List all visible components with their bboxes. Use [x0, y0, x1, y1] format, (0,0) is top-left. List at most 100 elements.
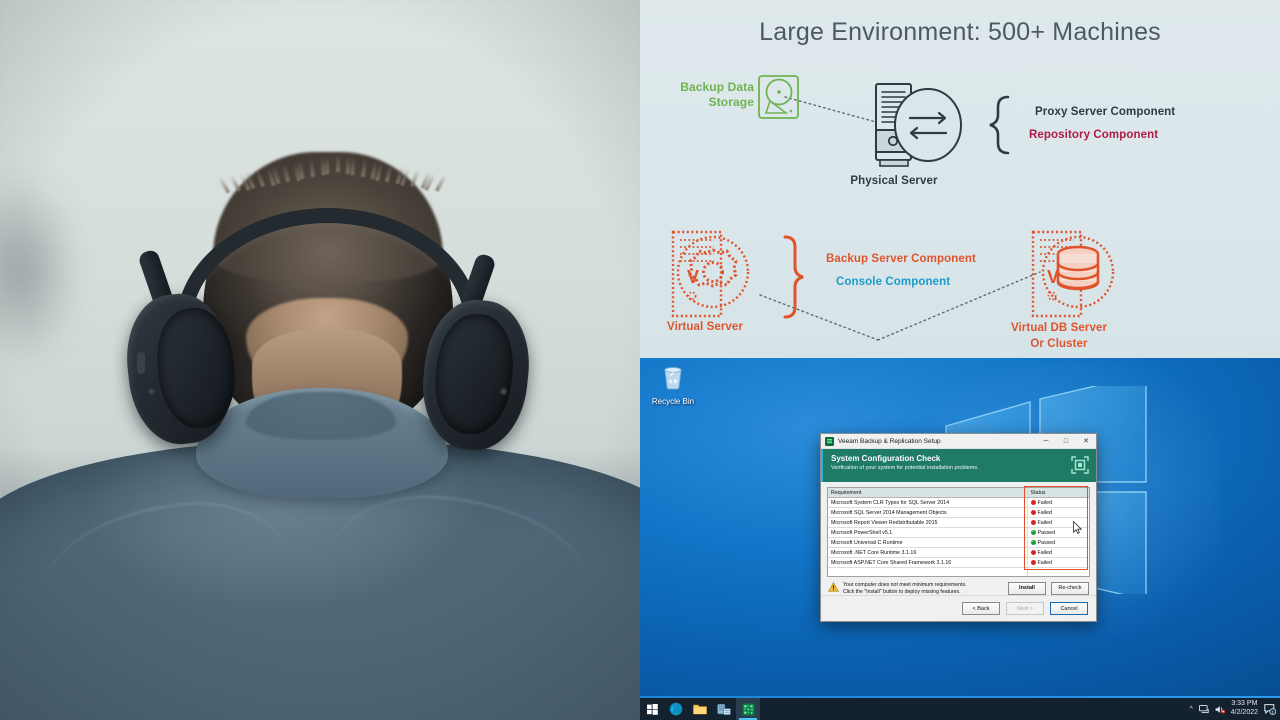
windows-taskbar[interactable]: ^ 3:33 PM 4/2/2022 1	[640, 698, 1280, 720]
microsoft-edge-icon	[669, 702, 683, 716]
status-label: Failed	[1037, 509, 1052, 516]
col-header-status: Status	[1026, 488, 1089, 498]
folder-icon	[693, 704, 707, 715]
maximize-button[interactable]: □	[1056, 434, 1076, 449]
window-controls: ─ □ ✕	[1036, 434, 1096, 449]
status-failed-icon	[1030, 558, 1036, 565]
back-button[interactable]: < Back	[962, 602, 1000, 615]
file-explorer-button[interactable]	[688, 698, 712, 720]
label-backup-data-storage: Backup Data Storage	[680, 80, 754, 109]
requirement-name: Microsoft Universal C Runtime	[828, 537, 1027, 548]
status-failed-icon	[1030, 508, 1036, 515]
label-virtual-db-server: Virtual DB Server Or Cluster	[1010, 322, 1108, 350]
dialog-footer: < Back Next > Cancel	[821, 595, 1096, 621]
volume-muted-icon[interactable]	[1215, 705, 1225, 714]
table-row[interactable]: Microsoft SQL Server 2014 Management Obj…	[828, 507, 1089, 518]
status-failed-icon	[1030, 518, 1036, 525]
hard-disk-icon	[758, 75, 799, 119]
table-row[interactable]: Microsoft .NET Core Runtime 3.1.16 Failed	[828, 547, 1089, 558]
label-proxy-server-component: Proxy Server Component	[1035, 106, 1176, 118]
minimize-button[interactable]: ─	[1036, 434, 1056, 449]
cancel-button[interactable]: Cancel	[1050, 602, 1088, 615]
requirement-status: Failed	[1026, 547, 1089, 558]
next-button: Next >	[1006, 602, 1044, 615]
system-tray: ^ 3:33 PM 4/2/2022 1	[1189, 700, 1280, 718]
headphone-port-left	[148, 388, 155, 395]
presentation-slide: Large Environment: 500+ Machines V V Bac…	[640, 0, 1280, 358]
edge-browser-button[interactable]	[664, 698, 688, 720]
start-button[interactable]	[640, 698, 664, 720]
veeam-setup-icon	[742, 703, 754, 715]
status-failed-icon	[1030, 498, 1036, 505]
screen: Large Environment: 500+ Machines V V Bac…	[0, 0, 1280, 720]
veeam-setup-dialog[interactable]: Veeam Backup & Replication Setup ─ □ ✕ S…	[820, 433, 1097, 622]
desktop-icon-recycle-bin[interactable]: Recycle Bin	[646, 364, 700, 406]
veeam-setup-taskbar-button[interactable]	[736, 698, 760, 720]
requirement-status: Failed	[1026, 497, 1089, 508]
shirt-collar-notch	[246, 392, 396, 440]
mouse-cursor	[1073, 521, 1082, 534]
headphone-button	[137, 352, 145, 374]
dialog-titlebar[interactable]: Veeam Backup & Replication Setup ─ □ ✕	[821, 434, 1096, 449]
requirement-name: Microsoft System CLR Types for SQL Serve…	[828, 497, 1027, 508]
status-label: Failed	[1037, 549, 1052, 556]
network-icon[interactable]	[1198, 704, 1209, 714]
dialog-header-subtitle: Verification of your system for potentia…	[831, 465, 979, 471]
status-failed-icon	[1030, 548, 1036, 555]
label-repository-component: Repository Component	[1029, 129, 1159, 141]
dialog-header: System Configuration Check Verification …	[821, 449, 1096, 482]
desktop-icon-label: Recycle Bin	[651, 397, 695, 406]
status-label: Passed	[1037, 529, 1056, 536]
dialog-title-text: Veeam Backup & Replication Setup	[838, 437, 941, 445]
server-manager-icon	[717, 703, 731, 715]
link-virtual-to-mid	[759, 294, 879, 341]
warning-actions: Install Re-check	[1008, 581, 1089, 595]
config-check-icon	[1071, 456, 1089, 474]
requirement-name: Microsoft ASP.NET Core Shared Framework …	[828, 557, 1027, 568]
brace-bottom	[783, 235, 804, 319]
dialog-header-title: System Configuration Check	[831, 454, 941, 463]
table-row[interactable]: Microsoft Universal C Runtime Passed	[828, 537, 1089, 548]
requirement-name: Microsoft PowerShell v5.1	[828, 527, 1027, 538]
recycle-bin-icon	[664, 367, 682, 390]
clock-time: 3:33 PM	[1231, 700, 1258, 708]
show-hidden-icons-button[interactable]: ^	[1189, 706, 1192, 713]
table-row-empty	[828, 567, 1089, 576]
table-row[interactable]: Microsoft PowerShell v5.1 Passed	[828, 527, 1089, 538]
warning-triangle-icon	[828, 581, 839, 592]
close-button[interactable]: ✕	[1076, 434, 1096, 449]
action-center-icon[interactable]: 1	[1264, 703, 1276, 715]
status-passed-icon	[1030, 539, 1036, 545]
requirement-status: Passed	[1026, 537, 1089, 548]
col-header-requirement: Requirement	[828, 488, 1027, 498]
table-row[interactable]: Microsoft ASP.NET Core Shared Framework …	[828, 557, 1089, 568]
status-label: Passed	[1037, 539, 1056, 546]
requirements-grid[interactable]: Requirement Status Microsoft System CLR …	[827, 487, 1090, 577]
status-label: Failed	[1037, 499, 1052, 506]
label-backup-server-component: Backup Server Component	[826, 253, 976, 265]
presenter-webcam-pane	[0, 0, 640, 720]
server-manager-button[interactable]	[712, 698, 736, 720]
slide-diagram: V V	[671, 75, 1115, 341]
warning-line-1: Your computer does not meet minimum requ…	[843, 581, 967, 588]
install-button[interactable]: Install	[1008, 581, 1046, 595]
status-label: Failed	[1037, 519, 1052, 526]
clock-date: 4/2/2022	[1230, 709, 1258, 716]
table-row[interactable]: Microsoft System CLR Types for SQL Serve…	[828, 497, 1089, 508]
windows-start-icon	[646, 703, 658, 715]
recheck-button[interactable]: Re-check	[1051, 581, 1089, 595]
table-row[interactable]: Microsoft Report Viewer Redistributable …	[828, 517, 1089, 528]
requirement-status: Failed	[1026, 557, 1089, 568]
table-header-row: Requirement Status	[828, 488, 1089, 498]
headphone-port-right	[500, 388, 507, 395]
veeam-app-icon	[825, 436, 834, 446]
virtual-server-gear-icon: V	[671, 230, 750, 318]
status-label: Failed	[1037, 559, 1052, 566]
requirement-status: Failed	[1026, 507, 1089, 518]
virtual-db-icon: V	[1031, 230, 1115, 318]
status-passed-icon	[1030, 529, 1036, 535]
taskbar-clock[interactable]: 3:33 PM 4/2/2022	[1231, 700, 1258, 718]
hair-strand	[335, 154, 340, 172]
label-physical-server: Physical Server	[850, 175, 938, 187]
photo-wall-shadow	[0, 170, 80, 370]
